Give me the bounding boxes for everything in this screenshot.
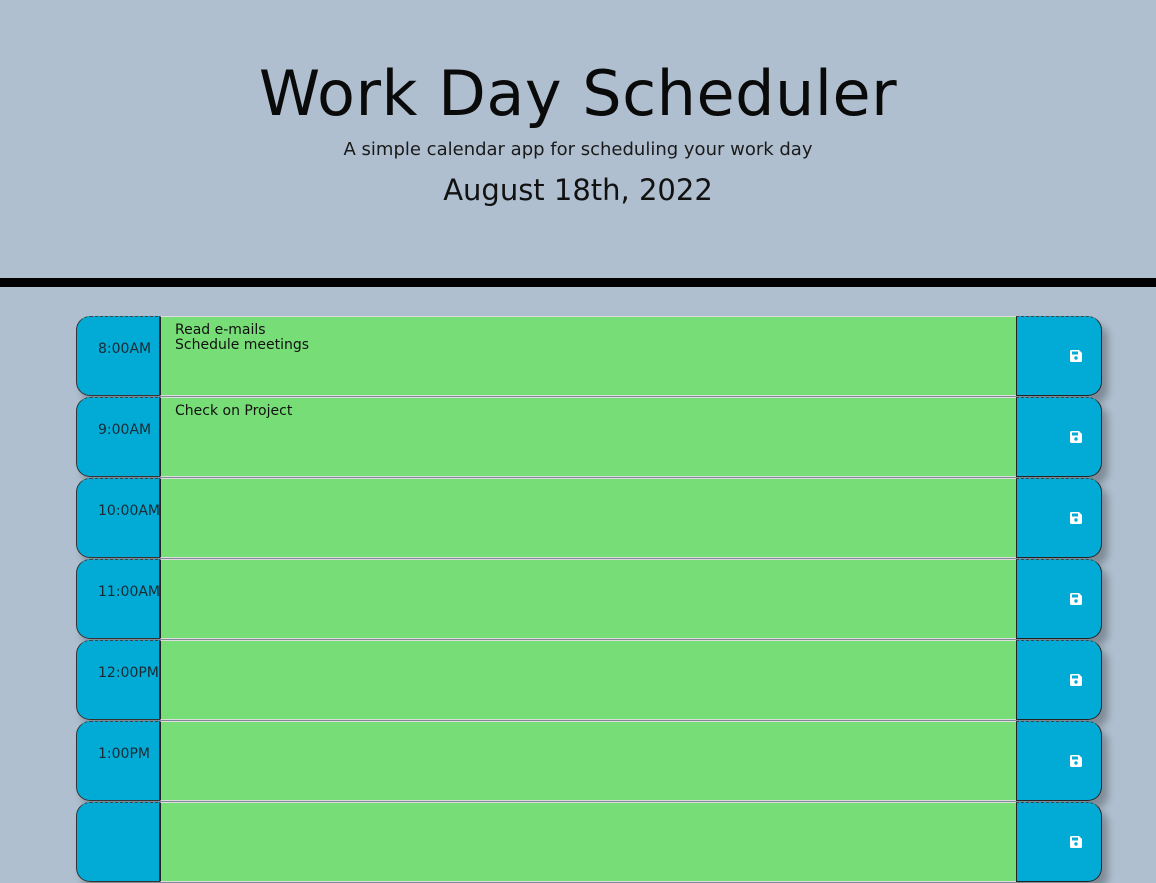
hour-label: 10:00AM xyxy=(98,503,161,519)
floppy-disk-icon xyxy=(1070,836,1082,848)
hour-label: 11:00AM xyxy=(98,584,161,600)
time-block-row: 8:00AM Read e-mails Schedule meetings xyxy=(76,316,1102,396)
hour-label: 1:00PM xyxy=(98,746,150,762)
floppy-disk-icon xyxy=(1070,431,1082,443)
hour-block: 8:00AM xyxy=(76,316,160,396)
floppy-disk-icon xyxy=(1070,350,1082,362)
hour-block: 1:00PM xyxy=(76,721,160,801)
hour-block: 11:00AM xyxy=(76,559,160,639)
time-block-row: 1:00PM xyxy=(76,721,1102,801)
hour-label: 12:00PM xyxy=(98,665,159,681)
task-textarea[interactable]: Read e-mails Schedule meetings xyxy=(160,316,1017,396)
time-block-row xyxy=(76,802,1102,882)
page-title: Work Day Scheduler xyxy=(258,57,898,130)
floppy-disk-icon xyxy=(1070,593,1082,605)
save-button[interactable] xyxy=(1016,478,1102,558)
hour-label: 9:00AM xyxy=(98,422,152,438)
floppy-disk-icon xyxy=(1070,512,1082,524)
save-button[interactable] xyxy=(1016,802,1102,882)
task-textarea[interactable] xyxy=(160,640,1017,720)
time-block-row: 12:00PM xyxy=(76,640,1102,720)
save-button[interactable] xyxy=(1016,640,1102,720)
task-textarea[interactable] xyxy=(160,559,1017,639)
floppy-disk-icon xyxy=(1070,674,1082,686)
task-textarea[interactable] xyxy=(160,721,1017,801)
save-button[interactable] xyxy=(1016,559,1102,639)
schedule-container: 8:00AM Read e-mails Schedule meetings 9:… xyxy=(76,316,1102,883)
current-day: August 18th, 2022 xyxy=(443,173,713,207)
task-textarea[interactable] xyxy=(160,478,1017,558)
header-divider xyxy=(0,278,1156,287)
hour-block: 12:00PM xyxy=(76,640,160,720)
time-block-row: 11:00AM xyxy=(76,559,1102,639)
time-block-row: 10:00AM xyxy=(76,478,1102,558)
task-textarea[interactable] xyxy=(160,802,1017,882)
page-subtitle: A simple calendar app for scheduling you… xyxy=(343,139,813,160)
save-button[interactable] xyxy=(1016,721,1102,801)
header: Work Day Scheduler A simple calendar app… xyxy=(0,0,1156,278)
floppy-disk-icon xyxy=(1070,755,1082,767)
time-block-row: 9:00AM Check on Project xyxy=(76,397,1102,477)
hour-block: 9:00AM xyxy=(76,397,160,477)
hour-label: 8:00AM xyxy=(98,341,152,357)
hour-block: 10:00AM xyxy=(76,478,160,558)
hour-block xyxy=(76,802,160,882)
task-textarea[interactable]: Check on Project xyxy=(160,397,1017,477)
save-button[interactable] xyxy=(1016,397,1102,477)
save-button[interactable] xyxy=(1016,316,1102,396)
